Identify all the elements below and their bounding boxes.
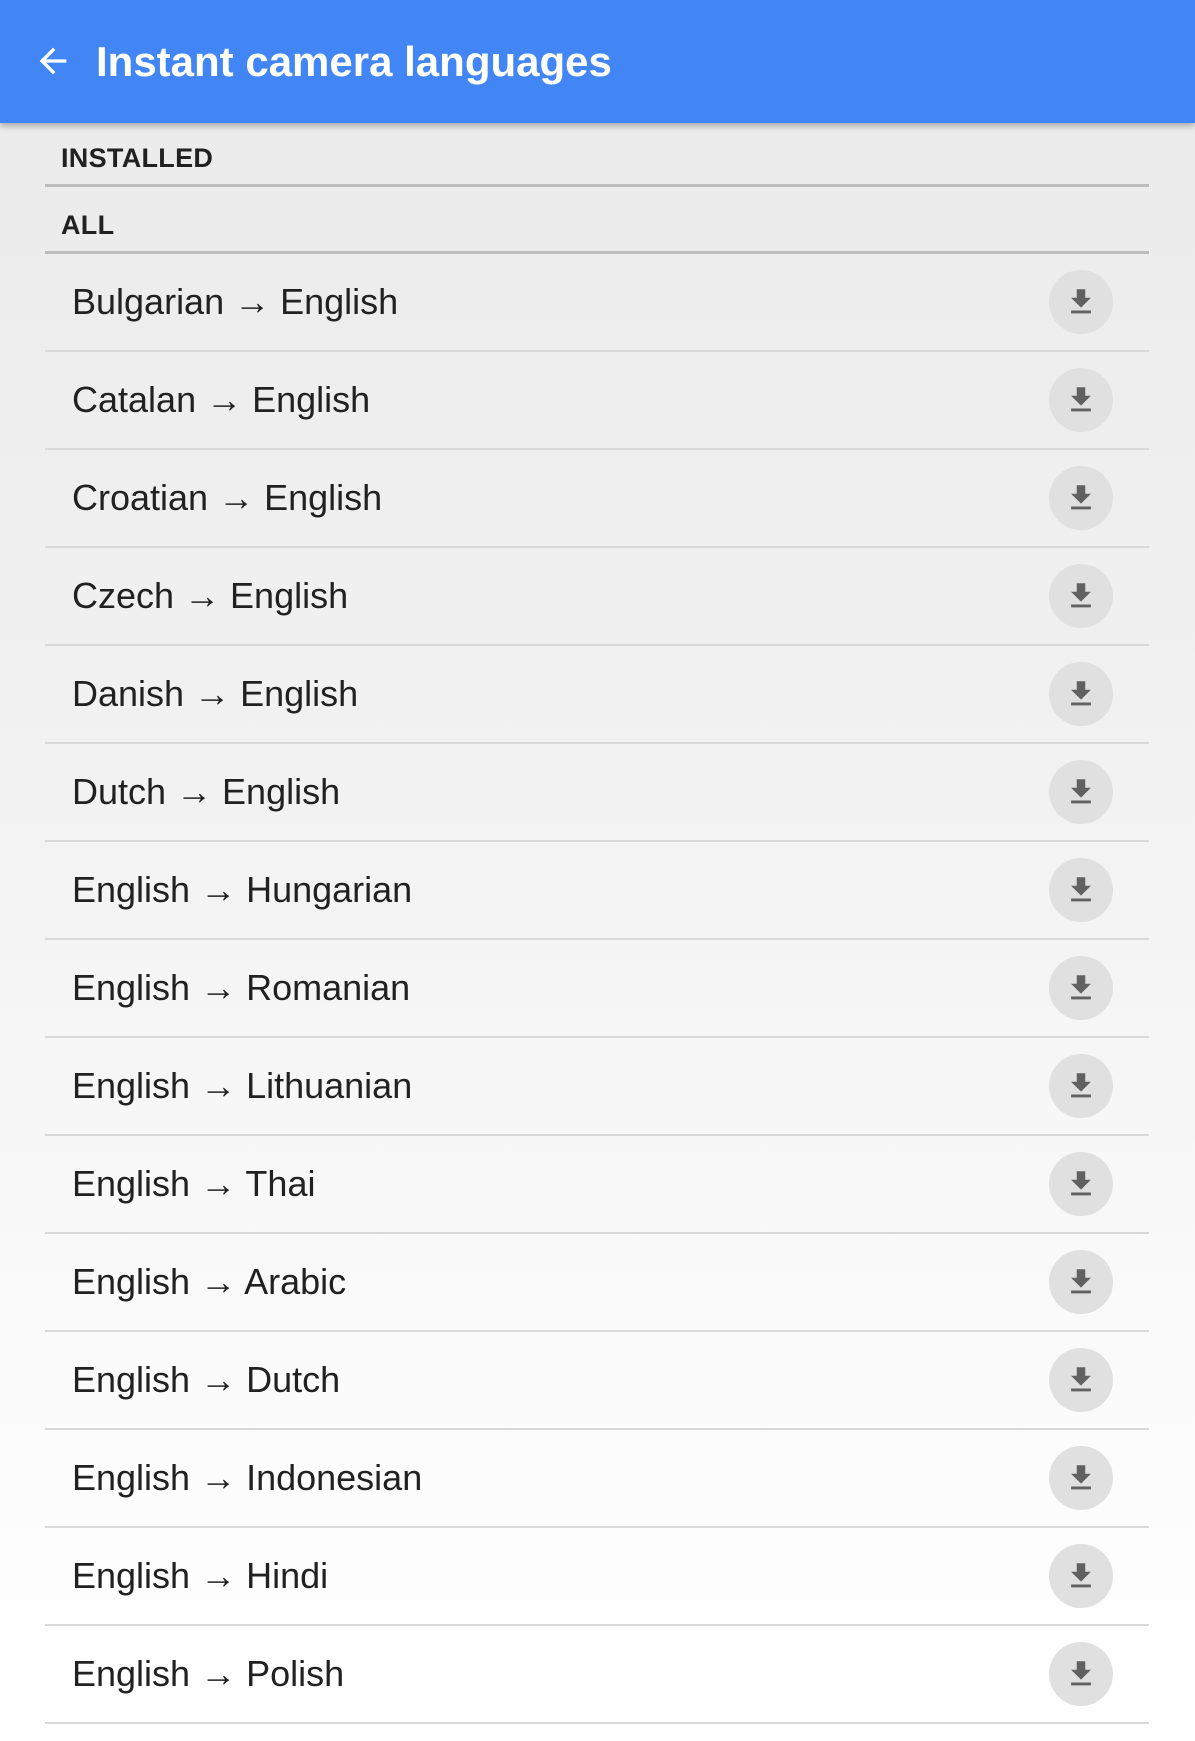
download-button[interactable] bbox=[1049, 1348, 1113, 1412]
language-row[interactable]: Dutch → English bbox=[45, 744, 1149, 842]
section-all: ALL bbox=[45, 187, 1149, 254]
download-icon bbox=[1071, 1661, 1091, 1686]
download-icon bbox=[1071, 1563, 1091, 1588]
arrow-back-icon bbox=[39, 47, 67, 75]
download-button[interactable] bbox=[1049, 1152, 1113, 1216]
download-button[interactable] bbox=[1049, 564, 1113, 628]
language-pair-label: English → Dutch bbox=[72, 1359, 341, 1400]
language-pair-label: Croatian → English bbox=[72, 477, 383, 518]
language-pair-label: English → Thai bbox=[72, 1163, 316, 1204]
language-list-container: INSTALLED ALL Bulgarian → English Catala… bbox=[45, 123, 1149, 1724]
download-button[interactable] bbox=[1049, 1054, 1113, 1118]
language-pair-label: English → Polish bbox=[72, 1653, 345, 1694]
language-row[interactable]: English → Romanian bbox=[45, 940, 1149, 1038]
language-row[interactable]: Catalan → English bbox=[45, 352, 1149, 450]
download-button[interactable] bbox=[1049, 956, 1113, 1020]
download-icon bbox=[1071, 387, 1091, 412]
language-row[interactable]: Danish → English bbox=[45, 646, 1149, 744]
language-pair-label: English → Hungarian bbox=[72, 869, 413, 910]
language-row[interactable]: English → Dutch bbox=[45, 1332, 1149, 1430]
download-icon bbox=[1071, 1367, 1091, 1392]
language-row[interactable]: English → Hindi bbox=[45, 1528, 1149, 1626]
language-pair-label: Catalan → English bbox=[72, 379, 371, 420]
language-pair-label: English → Lithuanian bbox=[72, 1065, 413, 1106]
language-pair-label: English → Hindi bbox=[72, 1555, 329, 1596]
download-icon bbox=[1071, 1171, 1091, 1196]
section-all-label: ALL bbox=[61, 210, 115, 240]
language-pair-label: Czech → English bbox=[72, 575, 349, 616]
download-button[interactable] bbox=[1049, 1446, 1113, 1510]
language-pair-label: Dutch → English bbox=[72, 771, 341, 812]
download-button[interactable] bbox=[1049, 1250, 1113, 1314]
download-icon bbox=[1071, 681, 1091, 706]
download-button[interactable] bbox=[1049, 760, 1113, 824]
download-icon bbox=[1071, 779, 1091, 804]
download-button[interactable] bbox=[1049, 1544, 1113, 1608]
download-icon bbox=[1071, 485, 1091, 510]
language-row[interactable]: Czech → English bbox=[45, 548, 1149, 646]
language-row[interactable]: English → Polish bbox=[45, 1626, 1149, 1724]
language-pair-label: Bulgarian → English bbox=[72, 281, 399, 322]
language-pair-label: Danish → English bbox=[72, 673, 359, 714]
language-pair-label: English → Arabic bbox=[72, 1261, 347, 1302]
app-bar: Instant camera languages bbox=[0, 0, 1195, 123]
download-icon bbox=[1071, 975, 1091, 1000]
download-icon bbox=[1071, 583, 1091, 608]
page-title: Instant camera languages bbox=[96, 38, 612, 85]
download-button[interactable] bbox=[1049, 368, 1113, 432]
download-button[interactable] bbox=[1049, 1642, 1113, 1706]
language-pair-label: English → Romanian bbox=[72, 967, 411, 1008]
download-button[interactable] bbox=[1049, 662, 1113, 726]
download-icon bbox=[1071, 289, 1091, 314]
language-row[interactable]: Bulgarian → English bbox=[45, 254, 1149, 352]
download-icon bbox=[1071, 1073, 1091, 1098]
language-row[interactable]: English → Arabic bbox=[45, 1234, 1149, 1332]
download-button[interactable] bbox=[1049, 858, 1113, 922]
download-icon bbox=[1071, 877, 1091, 902]
download-button[interactable] bbox=[1049, 466, 1113, 530]
download-icon bbox=[1071, 1269, 1091, 1294]
language-row[interactable]: English → Hungarian bbox=[45, 842, 1149, 940]
language-pair-label: English → Indonesian bbox=[72, 1457, 423, 1498]
language-row[interactable]: English → Indonesian bbox=[45, 1430, 1149, 1528]
language-row[interactable]: English → Lithuanian bbox=[45, 1038, 1149, 1136]
section-installed-label: INSTALLED bbox=[61, 143, 214, 173]
section-installed: INSTALLED bbox=[45, 123, 1149, 187]
download-icon bbox=[1071, 1465, 1091, 1490]
download-button[interactable] bbox=[1049, 270, 1113, 334]
back-button[interactable] bbox=[18, 26, 88, 96]
language-row[interactable]: English → Thai bbox=[45, 1136, 1149, 1234]
language-row[interactable]: Croatian → English bbox=[45, 450, 1149, 548]
